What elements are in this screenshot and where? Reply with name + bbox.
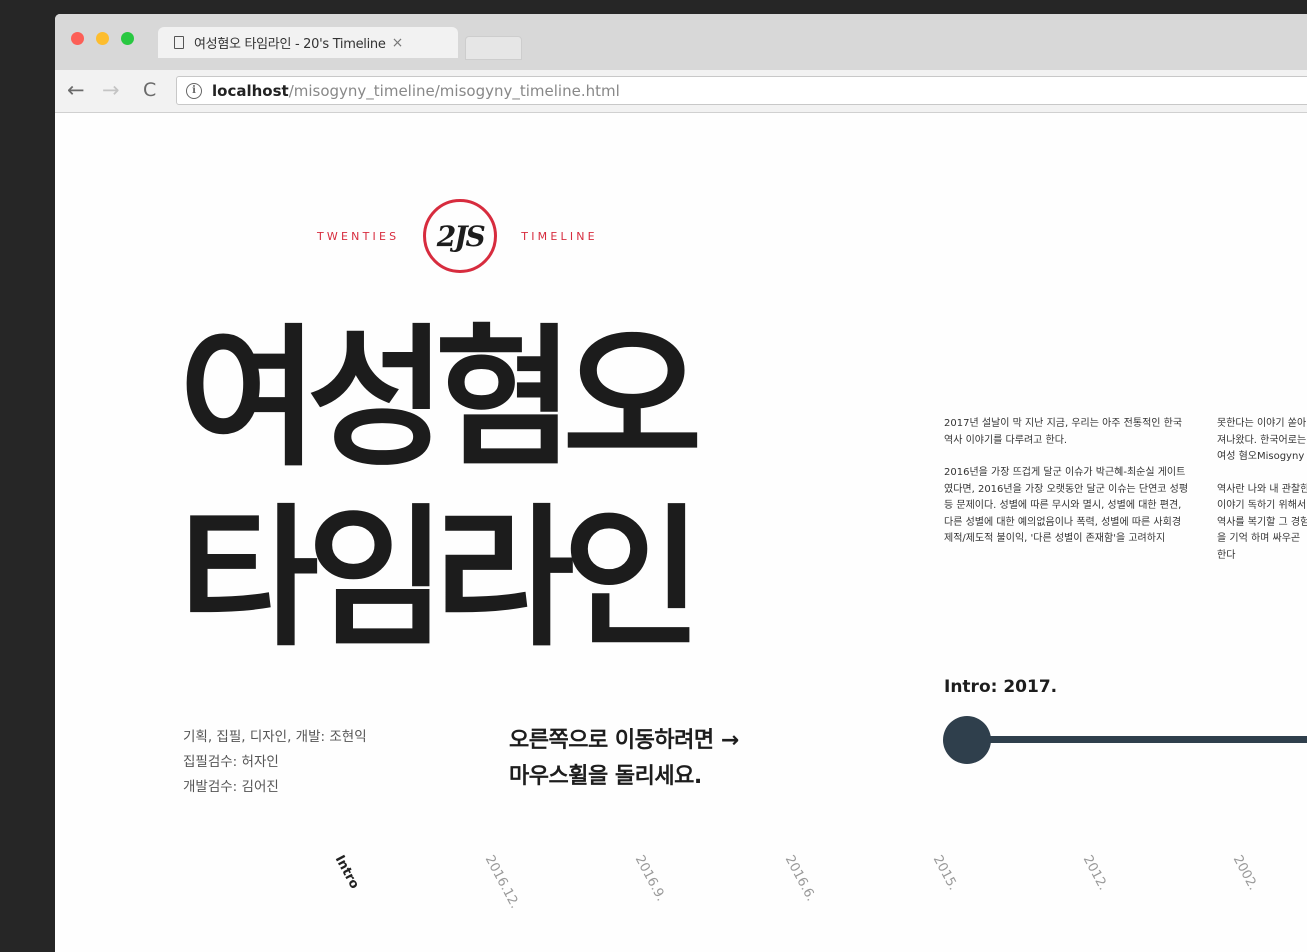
tick-2012[interactable]: 2012.: [1080, 853, 1111, 893]
tick-2002[interactable]: 2002.: [1230, 853, 1261, 893]
tick-2016-6[interactable]: 2016.6.: [782, 853, 819, 904]
maximize-window-button[interactable]: [121, 32, 134, 45]
credits: 기획, 집필, 디자인, 개발: 조현익 집필검수: 허자인 개발검수: 김어진: [183, 725, 367, 800]
document-icon: [174, 36, 184, 49]
tick-2016-9[interactable]: 2016.9.: [632, 853, 669, 904]
info-icon[interactable]: i: [186, 82, 202, 99]
brand-header: TWENTIES 2JS TIMELINE: [317, 196, 598, 276]
intro-paragraph: 역사란 나와 내 관찰한 이야기 독하기 위해서 역사를 복기할 그 경험을 기…: [1217, 483, 1307, 561]
timeline-handle[interactable]: [943, 716, 991, 764]
title-line-1: 여성혐오: [179, 308, 702, 487]
credit-line: 집필검수: 허자인: [183, 754, 279, 770]
tab-strip: 여성혐오 타임라인 - 20's Timeline ×: [55, 14, 1307, 71]
scroll-hint: 오른쪽으로 이동하려면 → 마우스휠을 돌리세요.: [509, 723, 739, 795]
hint-line-2: 마우스휠을 돌리세요.: [509, 764, 702, 789]
page-title: 여성혐오 타임라인: [179, 308, 799, 668]
credit-line: 개발검수: 김어진: [183, 779, 279, 795]
new-tab-button[interactable]: [465, 36, 522, 60]
address-bar[interactable]: i localhost/misogyny_timeline/misogyny_t…: [176, 76, 1307, 105]
tick-intro[interactable]: Intro: [332, 853, 362, 892]
intro-paragraph: 2016년을 가장 뜨겁게 달군 이슈가 박근혜-최순실 게이트였다면, 201…: [944, 467, 1189, 544]
close-window-button[interactable]: [71, 32, 84, 45]
minimize-window-button[interactable]: [96, 32, 109, 45]
tick-2015[interactable]: 2015.: [930, 853, 961, 893]
intro-paragraph: 못한다는 이야기 쏟아져나왔다. 한국어로는 여성 혐오Misogyny: [1217, 418, 1307, 462]
active-tab[interactable]: 여성혐오 타임라인 - 20's Timeline ×: [158, 27, 458, 58]
brand-left-word: TWENTIES: [317, 229, 400, 243]
section-label: Intro: 2017.: [944, 677, 1058, 697]
url-path: /misogyny_timeline/misogyny_timeline.htm…: [288, 81, 620, 100]
browser-window: 여성혐오 타임라인 - 20's Timeline × ← → C i loca…: [55, 14, 1307, 952]
hint-line-1: 오른쪽으로 이동하려면 →: [509, 728, 739, 753]
tab-title: 여성혐오 타임라인 - 20's Timeline: [194, 37, 386, 52]
reload-icon[interactable]: C: [143, 77, 156, 103]
back-arrow-icon[interactable]: ←: [67, 77, 85, 103]
brand-right-word: TIMELINE: [521, 229, 598, 243]
page-content: TWENTIES 2JS TIMELINE 여성혐오 타임라인 기획, 집필, …: [55, 113, 1307, 952]
url-host: localhost: [212, 81, 289, 100]
intro-text-column-2: 못한다는 이야기 쏟아져나왔다. 한국어로는 여성 혐오Misogyny 역사란…: [1217, 416, 1307, 580]
tick-2016-12[interactable]: 2016.12.: [482, 853, 522, 911]
credit-line: 기획, 집필, 디자인, 개발: 조현익: [183, 729, 367, 745]
intro-text-column-1: 2017년 설날이 막 지난 지금, 우리는 아주 전통적인 한국 역사 이야기…: [944, 416, 1190, 564]
browser-toolbar: ← → C i localhost/misogyny_timeline/miso…: [55, 70, 1307, 113]
timeline-ticks: Intro 2016.12. 2016.9. 2016.6. 2015. 201…: [55, 853, 1307, 952]
twenties-logo: 2JS: [423, 199, 498, 273]
timeline-track[interactable]: [966, 736, 1307, 743]
intro-paragraph: 2017년 설날이 막 지난 지금, 우리는 아주 전통적인 한국 역사 이야기…: [944, 418, 1183, 446]
title-line-2: 타임라인: [179, 488, 702, 667]
tab-close-icon[interactable]: ×: [392, 35, 404, 51]
forward-arrow-icon[interactable]: →: [102, 77, 120, 103]
